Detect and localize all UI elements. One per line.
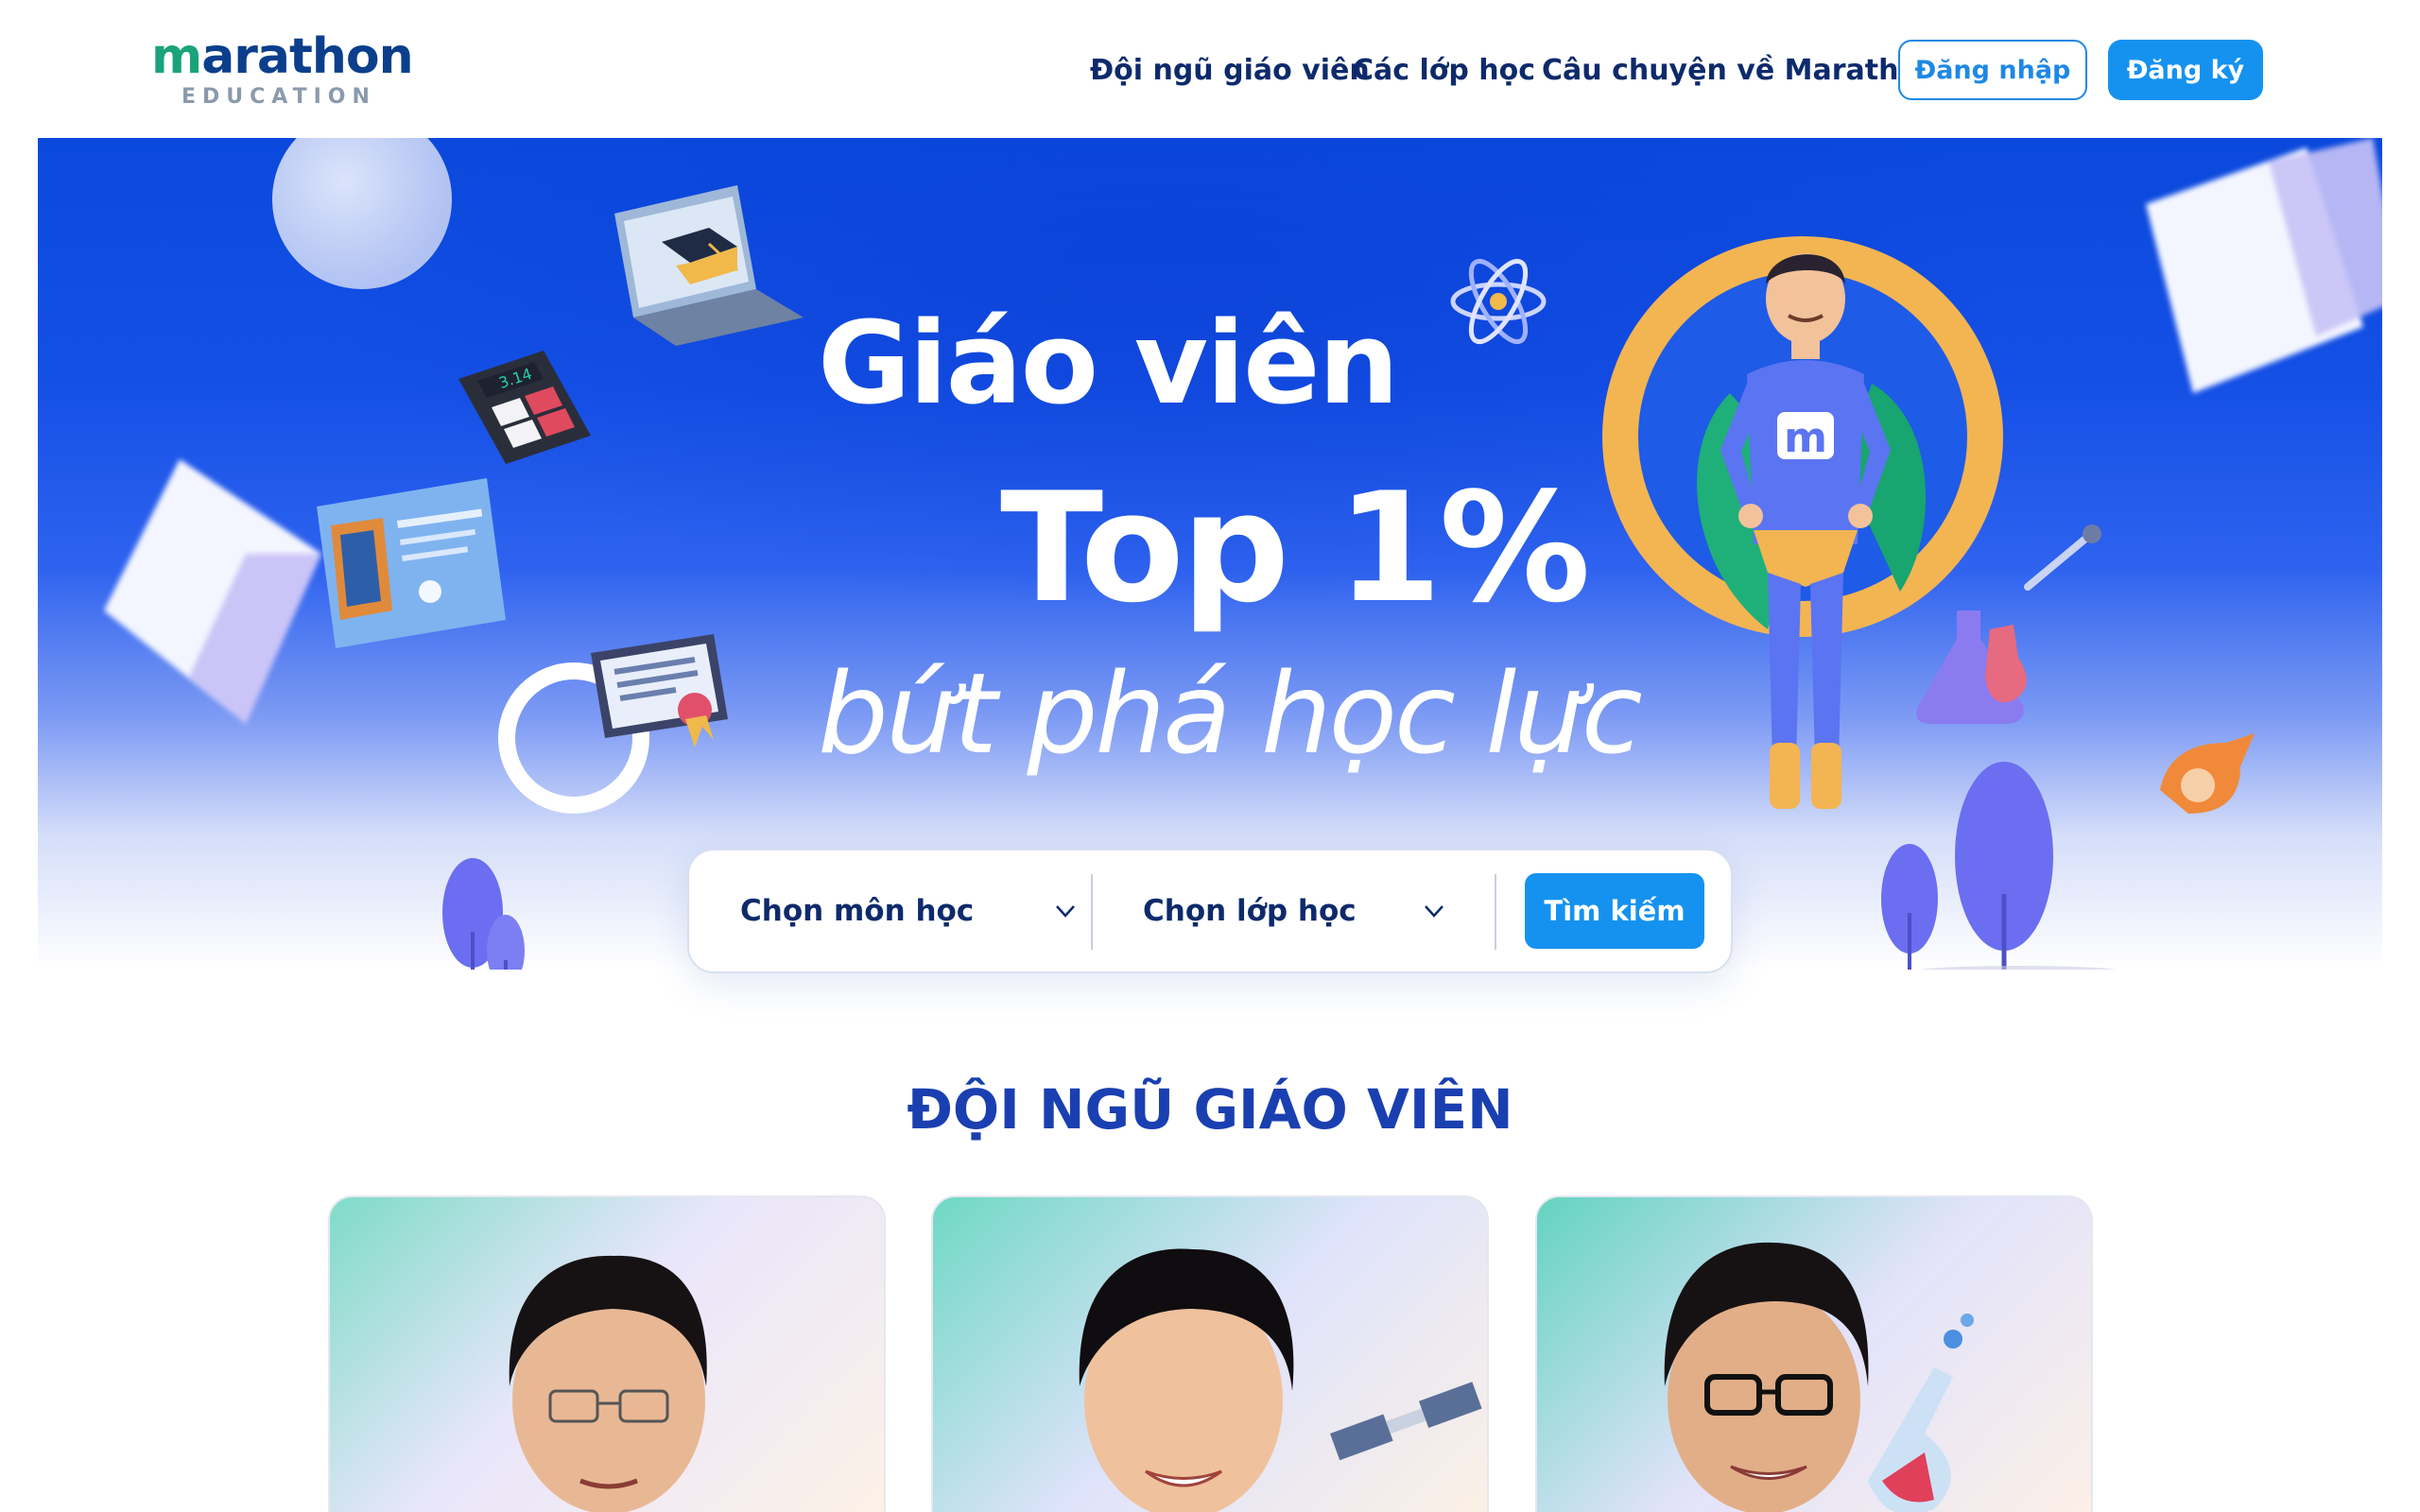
hero-headline-line2: Top 1% [1000,459,1591,636]
decorative-trees-left [442,858,525,970]
site-header: marathon EDUCATION Đội ngũ giáo viên Các… [0,0,2420,137]
teacher-portrait [509,1255,707,1512]
certificate-icon [591,634,728,747]
logo-subtitle: EDUCATION [182,85,376,109]
nav-link-teachers[interactable]: Đội ngũ giáo viên [1090,54,1370,87]
search-divider [1495,874,1496,950]
signup-button[interactable]: Đăng ký [2108,40,2263,100]
nav-item-teachers[interactable]: Đội ngũ giáo viên [1090,40,1370,100]
browser-window-icon [317,478,506,648]
grade-select[interactable]: Chọn lớp học [1143,850,1483,971]
decorative-cube-right [2146,138,2382,393]
subject-select-label: Chọn môn học [740,894,975,928]
search-bar: Chọn môn học Chọn lớp học Tìm kiếm [687,849,1733,973]
hero-banner: 3.14 m Giáo viên Top 1% bứt phá học lực [38,138,2382,970]
nav-link-story[interactable]: Câu chuyện về Marathon [1542,54,1938,87]
svg-text:m: m [1784,414,1827,462]
grade-select-label: Chọn lớp học [1143,894,1357,928]
decorative-trees-right [1881,762,2117,970]
hero-headline-line1: Giáo viên [818,299,1399,430]
chevron-down-icon [1056,905,1075,918]
atom-icon [1450,258,1547,345]
search-button[interactable]: Tìm kiếm [1525,873,1704,949]
nav-item-story[interactable]: Câu chuyện về Marathon [1542,40,1938,100]
subject-select[interactable]: Chọn môn học [740,850,1080,971]
teacher-card[interactable] [1535,1195,2093,1512]
nav-link-classes[interactable]: Các lớp học [1353,54,1535,87]
teacher-card[interactable] [931,1195,1489,1512]
chevron-down-icon [1425,905,1443,918]
logo-wordmark: marathon [151,28,414,85]
search-divider [1091,874,1093,950]
hero-headline-line3: bứt phá học lực [818,648,1643,779]
nav-item-classes[interactable]: Các lớp học [1353,40,1535,100]
teacher-card[interactable] [328,1195,886,1512]
login-button[interactable]: Đăng nhập [1898,40,2087,100]
rocket-icon [2160,733,2255,814]
teacher-portrait [1079,1248,1482,1512]
teacher-portrait [1664,1242,1974,1512]
flask-icon [1916,610,2027,724]
graduation-laptop-icon [614,185,804,346]
section-title-teachers: ĐỘI NGŨ GIÁO VIÊN [907,1077,1513,1142]
marathon-logo[interactable]: marathon EDUCATION [151,28,414,113]
calculator-icon: 3.14 [458,351,591,464]
dropper-icon [2024,524,2101,591]
